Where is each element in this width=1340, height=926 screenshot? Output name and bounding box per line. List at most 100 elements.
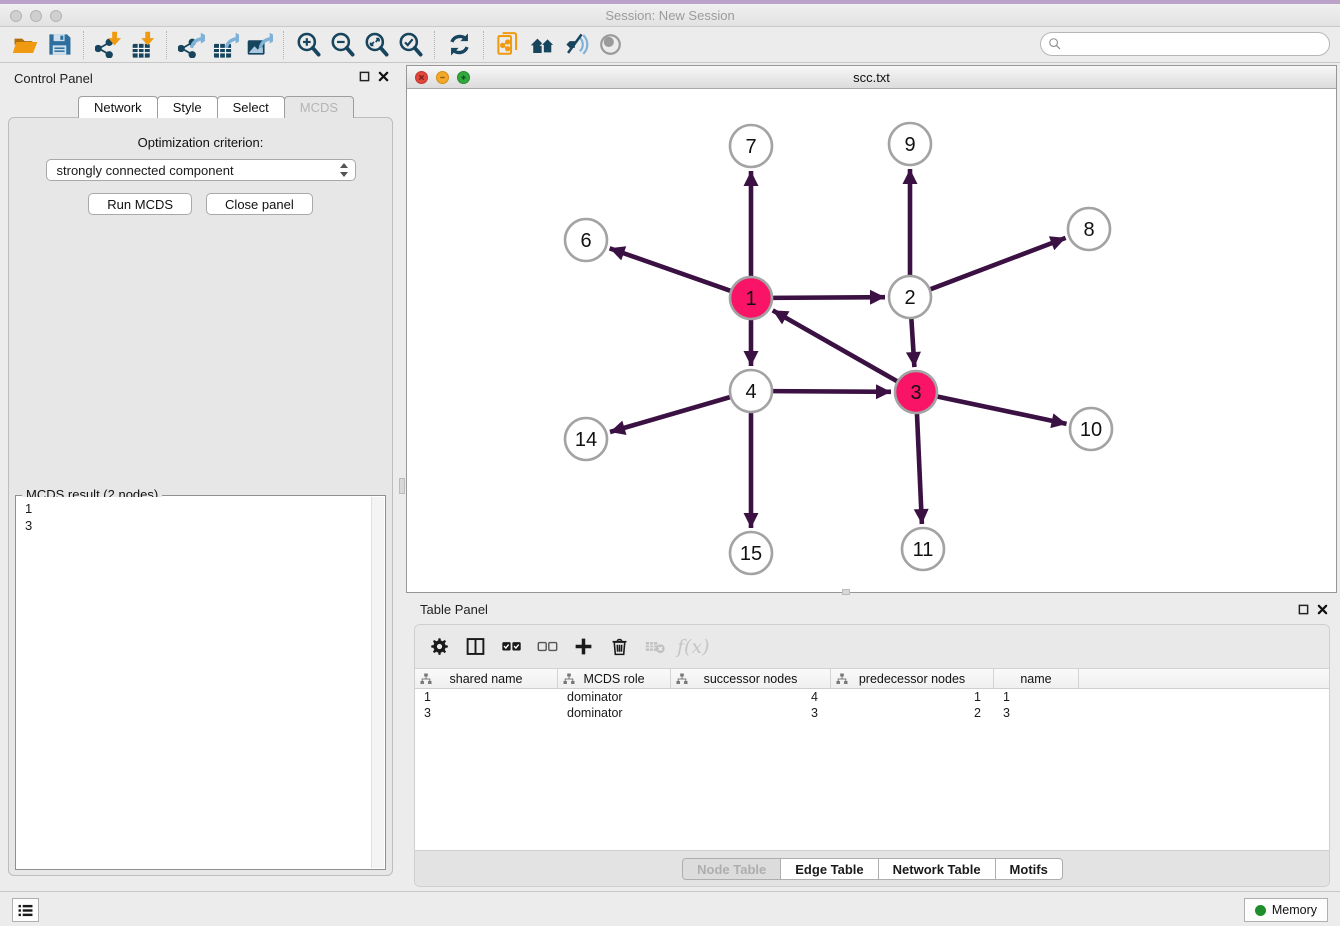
export-image-icon	[246, 31, 273, 58]
graph-node-label-7: 7	[745, 136, 756, 158]
vertical-splitter[interactable]	[398, 63, 406, 891]
search-input[interactable]	[1066, 37, 1329, 51]
table-row[interactable]: 1dominator411	[415, 689, 1329, 705]
cell-predecessor-nodes[interactable]: 2	[831, 706, 994, 720]
delete-column-button[interactable]	[605, 633, 633, 661]
graph-node-label-9: 9	[904, 134, 915, 156]
cell-shared-name[interactable]: 3	[415, 706, 558, 720]
zoom-fit-button[interactable]	[359, 30, 393, 60]
cell-name[interactable]: 1	[994, 690, 1079, 704]
cell-successor-nodes[interactable]: 4	[671, 690, 831, 704]
control-panel-title: Control Panel	[14, 71, 93, 86]
graph-edge-1-6[interactable]	[610, 248, 732, 291]
level-button[interactable]	[559, 30, 593, 60]
zoom-in-button[interactable]	[291, 30, 325, 60]
close-table-panel-icon[interactable]	[1317, 604, 1328, 615]
task-history-button[interactable]	[12, 898, 39, 922]
export-network-icon	[178, 31, 205, 58]
delete-column-icon	[609, 636, 630, 657]
memory-label: Memory	[1272, 903, 1317, 917]
close-panel-icon[interactable]	[378, 71, 389, 82]
add-column-icon	[573, 636, 594, 657]
column-header-name[interactable]: name	[994, 669, 1079, 688]
tab-network-table[interactable]: Network Table	[878, 858, 996, 880]
close-panel-button[interactable]: Close panel	[206, 193, 313, 215]
tab-style[interactable]: Style	[157, 96, 218, 118]
column-header-shared-name[interactable]: shared name	[415, 669, 558, 688]
gear-icon	[429, 636, 450, 657]
home-button[interactable]	[525, 30, 559, 60]
graph-edge-3-10[interactable]	[937, 396, 1067, 423]
import-network-button[interactable]	[91, 30, 125, 60]
column-header-predecessor-nodes[interactable]: predecessor nodes	[831, 669, 994, 688]
cell-successor-nodes[interactable]: 3	[671, 706, 831, 720]
horizontal-splitter-grip[interactable]	[842, 589, 850, 595]
hierarchy-icon	[420, 673, 432, 685]
tab-select[interactable]: Select	[217, 96, 285, 118]
toolbar-separator	[83, 31, 84, 59]
optimization-criterion-dropdown[interactable]: strongly connected component	[46, 159, 356, 181]
cell-MCDS-role[interactable]: dominator	[558, 690, 671, 704]
refresh-button[interactable]	[442, 30, 476, 60]
cell-predecessor-nodes[interactable]: 1	[831, 690, 994, 704]
result-scrollbar[interactable]	[371, 497, 384, 868]
columns-button[interactable]	[461, 633, 489, 661]
tab-network[interactable]: Network	[78, 96, 158, 118]
network-canvas[interactable]: 7968124314101511	[407, 89, 1336, 592]
export-table-button[interactable]	[208, 30, 242, 60]
zoom-out-icon	[329, 31, 356, 58]
cell-shared-name[interactable]: 1	[415, 690, 558, 704]
run-mcds-button[interactable]: Run MCDS	[88, 193, 192, 215]
hierarchy-icon	[563, 673, 575, 685]
import-table-button[interactable]	[125, 30, 159, 60]
deselect-all-button[interactable]	[533, 633, 561, 661]
graph-edge-4-3[interactable]	[772, 391, 891, 392]
graph-edge-3-11[interactable]	[917, 413, 922, 524]
memory-button[interactable]: Memory	[1244, 898, 1328, 922]
float-table-panel-icon[interactable]	[1298, 604, 1309, 615]
tab-node-table[interactable]: Node Table	[682, 858, 781, 880]
toolbar-separator	[434, 31, 435, 59]
export-network-button[interactable]	[174, 30, 208, 60]
tab-motifs[interactable]: Motifs	[995, 858, 1063, 880]
zoom-out-button[interactable]	[325, 30, 359, 60]
save-icon	[46, 31, 73, 58]
graph-edge-4-14[interactable]	[610, 397, 731, 432]
window-titlebar: Session: New Session	[0, 0, 1340, 27]
zoom-in-icon	[295, 31, 322, 58]
column-header-MCDS-role[interactable]: MCDS role	[558, 669, 671, 688]
network-window-titlebar[interactable]: scc.txt	[407, 66, 1336, 89]
select-all-button[interactable]	[497, 633, 525, 661]
export-image-button[interactable]	[242, 30, 276, 60]
zoom-selected-button[interactable]	[393, 30, 427, 60]
graph-edge-1-2[interactable]	[772, 297, 885, 298]
cell-name[interactable]: 3	[994, 706, 1079, 720]
float-panel-icon[interactable]	[359, 71, 370, 82]
zoom-fit-icon	[363, 31, 390, 58]
tab-mcds[interactable]: MCDS	[284, 96, 354, 118]
clone-network-button[interactable]	[491, 30, 525, 60]
save-button[interactable]	[42, 30, 76, 60]
graph-edge-2-8[interactable]	[930, 238, 1066, 290]
gear-button[interactable]	[425, 633, 453, 661]
graph-edge-2-3[interactable]	[911, 318, 914, 367]
eye-button[interactable]	[593, 30, 627, 60]
mcds-panel: Optimization criterion: strongly connect…	[8, 117, 393, 876]
graph-node-label-8: 8	[1083, 219, 1094, 241]
open-folder-button[interactable]	[8, 30, 42, 60]
tab-edge-table[interactable]: Edge Table	[780, 858, 878, 880]
column-header-successor-nodes[interactable]: successor nodes	[671, 669, 831, 688]
delete-table-button	[641, 633, 669, 661]
graph-node-label-4: 4	[745, 381, 756, 403]
deselect-all-icon	[537, 636, 558, 657]
cell-MCDS-role[interactable]: dominator	[558, 706, 671, 720]
table-row[interactable]: 3dominator323	[415, 705, 1329, 721]
toolbar-separator	[166, 31, 167, 59]
splitter-grip[interactable]	[399, 478, 405, 494]
clone-network-icon	[495, 31, 522, 58]
graph-edge-3-1[interactable]	[773, 310, 898, 381]
add-column-button[interactable]	[569, 633, 597, 661]
graph-node-label-14: 14	[575, 429, 597, 451]
mcds-result-text[interactable]: 1 3	[17, 497, 371, 868]
search-field[interactable]	[1040, 32, 1330, 56]
